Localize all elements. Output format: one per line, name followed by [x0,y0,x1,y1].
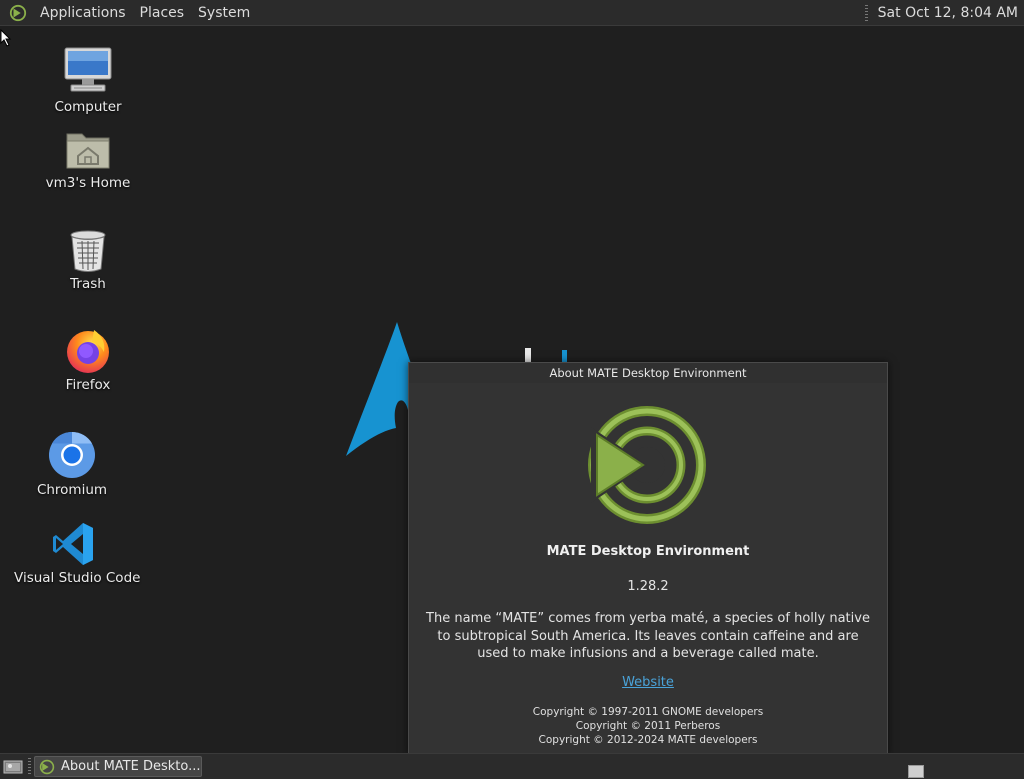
dialog-title[interactable]: About MATE Desktop Environment [409,363,887,383]
trash-icon [70,230,106,272]
mate-logo-icon [39,759,55,774]
taskbar-item-about[interactable]: About MATE Deskto... [34,756,202,777]
applications-menu[interactable]: Applications [33,5,133,21]
bottom-panel: About MATE Deskto... [0,753,1024,779]
desktop-icon-label: Visual Studio Code [14,570,141,586]
computer-icon [64,47,112,92]
taskbar-item-label: About MATE Deskto... [61,759,201,774]
desktop-icon-trash[interactable]: Trash [43,229,133,292]
desktop-icon-chromium[interactable]: Chromium [27,431,117,498]
system-menu[interactable]: System [191,5,257,21]
mate-menu-icon[interactable] [9,4,27,22]
firefox-icon [67,330,109,373]
vscode-icon [53,523,93,565]
mate-logo-icon [588,406,706,524]
desktop-icon-computer[interactable]: Computer [43,46,133,115]
desktop-icon-home[interactable]: vm3's Home [38,128,138,191]
copyright-block: Copyright © 1997-2011 GNOME developers C… [409,705,887,747]
places-menu[interactable]: Places [133,5,192,21]
website-link[interactable]: Website [622,675,674,690]
desktop-icon-label: Chromium [36,482,108,498]
desktop-icon-label: Trash [70,276,106,292]
show-desktop-icon[interactable] [3,758,23,774]
desktop-icon-label: vm3's Home [45,175,131,191]
copyright-line: Copyright © 2012-2024 MATE developers [538,734,758,746]
chromium-icon [49,431,95,478]
copyright-line: Copyright © 1997-2011 GNOME developers [532,706,764,718]
home-folder-icon [66,133,110,169]
copyright-line: Copyright © 2011 Perberos [575,720,721,732]
mouse-cursor-icon [0,29,12,47]
workspace-switcher[interactable] [908,765,924,778]
desktop-icon-vscode[interactable]: Visual Studio Code [14,521,141,586]
desktop-icon-firefox[interactable]: Firefox [43,326,133,393]
app-description: The name “MATE” comes from yerba maté, a… [426,611,870,661]
website-link-container: Website [409,675,887,690]
clock[interactable]: Sat Oct 12, 8:04 AM [878,5,1018,21]
app-version: 1.28.2 [627,579,669,594]
panel-separator [864,4,868,21]
app-name: MATE Desktop Environment [546,544,750,559]
desktop-icon-label: Firefox [65,377,111,393]
top-panel: Applications Places System Sat Oct 12, 8… [0,0,1024,26]
desktop-icon-label: Computer [54,99,122,115]
panel-separator [28,758,31,774]
about-dialog: About MATE Desktop Environment MATE Desk… [408,362,888,755]
